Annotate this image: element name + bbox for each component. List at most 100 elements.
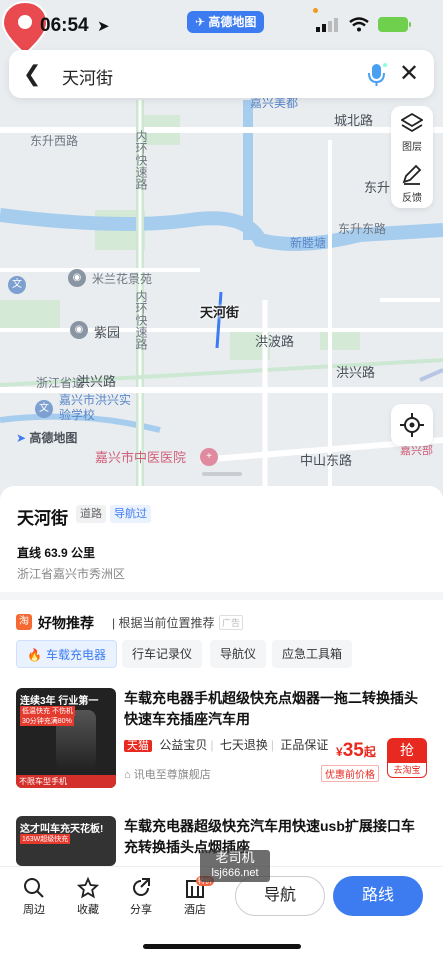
- thumb-text: 不限车型手机: [16, 775, 116, 788]
- place-nav-tag: 导航过: [110, 505, 151, 523]
- product-title[interactable]: 车载充电器手机超级快充点烟器一拖二转换插头快速车充插座汽车用: [124, 688, 424, 730]
- share-icon: [133, 878, 150, 896]
- grab-sub-label: 去淘宝: [387, 762, 427, 778]
- chip-emergency-kit[interactable]: 应急工具箱: [272, 640, 353, 668]
- amap-pill-label: 高德地图: [208, 15, 257, 29]
- pencil-icon: [402, 164, 422, 185]
- map-label-xinteng: 新塍塘: [290, 236, 327, 250]
- voice-search-icon[interactable]: [364, 61, 390, 87]
- store-name: ⌂ 讯电至尊旗舰店: [124, 766, 211, 782]
- share-button[interactable]: 分享: [121, 877, 161, 917]
- product-tags: 天猫 公益宝贝 | 七天退换 | 正品保证: [124, 736, 328, 753]
- layers-label: 图层: [402, 142, 422, 153]
- nav-label: 收藏: [77, 904, 99, 916]
- map-label-hongxing-e: 洪兴路: [336, 365, 376, 380]
- map-label-school: 嘉兴市洪兴实验学校: [59, 393, 132, 422]
- tmall-badge: 天猫: [124, 740, 152, 752]
- thumb-text: 163W超级快充: [20, 834, 71, 844]
- watermark: 老司机 lsj666.net: [200, 850, 270, 882]
- nav-label: 分享: [130, 904, 152, 916]
- chip-car-charger[interactable]: 🔥 车载充电器: [16, 640, 117, 668]
- product-tag: 公益宝贝: [159, 738, 208, 752]
- product-tag: 七天退换: [219, 738, 268, 752]
- product-tag: 正品保证: [280, 738, 329, 752]
- nav-label: 周边: [23, 904, 45, 916]
- map-label-milan: 米兰花景苑: [92, 272, 153, 286]
- close-icon[interactable]: ✕: [399, 59, 419, 88]
- grab-label: 抢: [387, 738, 427, 762]
- price-value: 35: [342, 740, 364, 761]
- layers-button[interactable]: 图层: [391, 106, 433, 156]
- map-label-inner-ring-1: 内环快速路: [134, 130, 148, 190]
- poi-icon-garden: ◉: [68, 269, 86, 287]
- ad-badge: 广告: [219, 615, 244, 630]
- place-type-tag: 道路: [76, 505, 106, 523]
- thumb-text: 30分钟充满80%: [20, 716, 74, 726]
- home-indicator[interactable]: [143, 944, 301, 949]
- store-icon: ⌂: [124, 769, 131, 781]
- recommend-title: 好物推荐: [38, 615, 94, 631]
- map-label-chengbei: 城北路: [334, 113, 374, 128]
- feedback-label: 反馈: [402, 193, 422, 204]
- flame-icon: 🔥: [27, 648, 42, 662]
- sheet-drag-handle[interactable]: [202, 472, 242, 476]
- watermark-line2: lsj666.net: [211, 867, 259, 879]
- navigation-icon: ✈: [195, 15, 206, 29]
- back-arrow-icon[interactable]: ❮: [23, 61, 41, 87]
- status-bar: 06:54 ➤ ✈ 高德地图: [0, 0, 443, 50]
- locate-icon: [400, 413, 424, 437]
- map-label-dongsheng: 东升: [364, 180, 391, 195]
- price-suffix: 起: [363, 745, 376, 759]
- map-label-dongsheng-e: 东升东路: [338, 222, 387, 236]
- product-thumbnail: 连续3年 行业第一 低温快充 不伤机 30分钟充满80% 不限车型手机: [16, 688, 116, 788]
- product-card[interactable]: 连续3年 行业第一 低温快充 不伤机 30分钟充满80% 不限车型手机 车载充电…: [0, 688, 443, 808]
- search-bar[interactable]: ❮ 天河街 ✕: [9, 50, 434, 98]
- wifi-icon: [349, 17, 369, 32]
- amap-pill[interactable]: ✈ 高德地图: [187, 11, 265, 33]
- map-label-hospital: 嘉兴市中医医院: [95, 450, 187, 465]
- location-arrow-icon: ➤: [97, 18, 110, 35]
- poi-icon-school: 文: [35, 400, 53, 418]
- mic-indicator-dot: [313, 8, 318, 13]
- nearby-button[interactable]: 周边: [14, 877, 54, 917]
- amap-logo: ➤ 高德地图: [16, 429, 77, 446]
- amap-logo-icon: ➤: [16, 431, 27, 445]
- grab-button[interactable]: 抢 去淘宝: [387, 738, 427, 778]
- route-button[interactable]: 路线: [333, 876, 423, 916]
- recommend-subtitle-text: 根据当前位置推荐: [118, 616, 215, 630]
- thumb-text: 低温快充 不伤机: [20, 706, 75, 716]
- status-time: 06:54: [40, 15, 89, 36]
- watermark-line1: 老司机: [215, 850, 255, 865]
- store-name-text: 讯电至尊旗舰店: [133, 769, 211, 781]
- product-price: ¥35起: [336, 740, 376, 761]
- recommend-subtitle: | 根据当前位置推荐: [112, 616, 215, 630]
- star-icon: [77, 877, 99, 899]
- map-tools-panel: 图层 反馈: [391, 106, 433, 208]
- nav-label: 酒店: [184, 904, 206, 916]
- locate-button[interactable]: [391, 404, 433, 446]
- feedback-button[interactable]: 反馈: [391, 157, 433, 207]
- poi-icon-zi: ◉: [70, 321, 88, 339]
- chip-label: 车载充电器: [45, 648, 106, 662]
- navigate-button[interactable]: 导航: [235, 876, 325, 916]
- thumb-text: 这才叫车充天花板!: [20, 824, 104, 835]
- battery-icon: [378, 17, 411, 32]
- hospital-icon: +: [200, 448, 218, 466]
- place-title: 天河街: [17, 509, 68, 528]
- search-query[interactable]: 天河街: [62, 64, 113, 89]
- poi-icon-school-a: 文: [8, 276, 26, 294]
- map-label-dongsheng-w: 东升西路: [30, 134, 79, 148]
- marker-label: 天河街: [200, 305, 240, 320]
- price-note: 优惠前价格: [321, 765, 379, 782]
- place-address: 浙江省嘉兴市秀洲区: [17, 567, 126, 581]
- chip-dashcam[interactable]: 行车记录仪: [122, 640, 203, 668]
- chip-navigator[interactable]: 导航仪: [210, 640, 267, 668]
- product-title[interactable]: 车载充电器超级快充汽车用快速usb扩展接口车充转换插头点烟插座: [124, 816, 424, 858]
- search-icon: [24, 878, 44, 898]
- map-label-zhongshan: 中山东路: [300, 453, 353, 468]
- map-label-inner-ring-2: 内环快速路: [134, 290, 148, 350]
- favorite-button[interactable]: 收藏: [68, 877, 108, 917]
- signal-icon: [316, 18, 338, 32]
- map-label-hongxing-w: 洪兴路: [77, 374, 117, 389]
- taobao-icon: 淘: [16, 614, 32, 630]
